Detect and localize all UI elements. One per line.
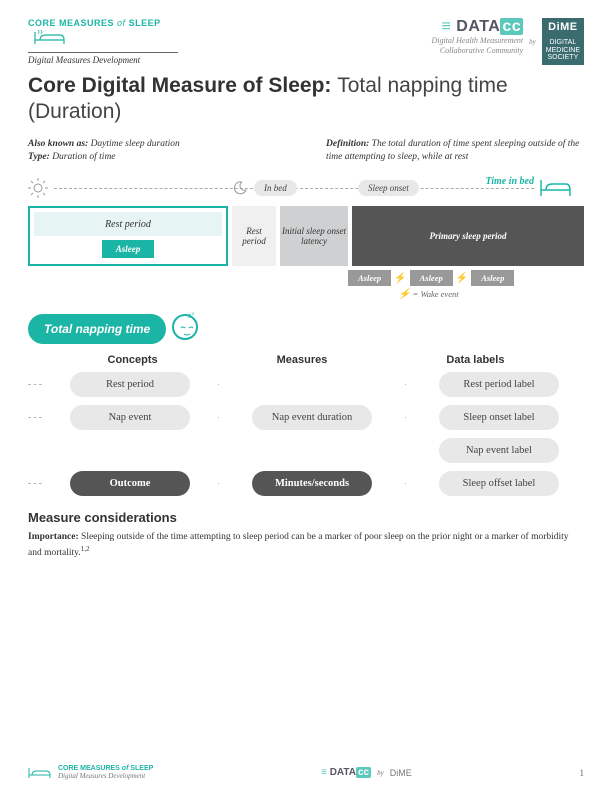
page-title: Core Digital Measure of Sleep: Total nap… — [28, 73, 584, 126]
header-right: ≡ DATAcc Digital Health Measurement Coll… — [431, 18, 584, 65]
bed-icon — [28, 767, 52, 779]
in-bed-label: In bed — [254, 180, 297, 196]
asleep-strip: Asleep⚡ Asleep⚡ Asleep — [348, 270, 584, 286]
svg-text:z: z — [192, 312, 195, 317]
bolt-icon: ⚡ — [456, 273, 468, 284]
bolt-icon: ⚡ — [394, 273, 406, 284]
header: CORE MEASURES of SLEEP Digital Measures … — [28, 18, 584, 65]
timeline: In bed Sleep onset Time in bed — [28, 176, 584, 200]
sun-icon — [28, 178, 48, 198]
meta-row: Also known as: Daytime sleep duration Ty… — [28, 138, 584, 165]
nap-box: Rest period Asleep — [28, 206, 228, 266]
sleep-diagram: Rest period Asleep Rest period Initial s… — [28, 206, 584, 266]
importance-para: Importance: Sleeping outside of the time… — [28, 531, 584, 560]
core-measures-title: CORE MEASURES of SLEEP — [28, 18, 208, 28]
cmd-grid: Rest period Rest period label Nap event … — [28, 372, 584, 496]
header-left: CORE MEASURES of SLEEP Digital Measures … — [28, 18, 208, 65]
time-in-bed-label: Time in bed — [485, 176, 534, 187]
datacc-logo: ≡ DATAcc — [431, 18, 523, 36]
bed-icon — [34, 30, 68, 46]
footer: CORE MEASURES of SLEEP Digital Measures … — [28, 765, 584, 780]
dmd-subtitle: Digital Measures Development — [28, 52, 178, 65]
considerations-heading: Measure considerations — [28, 510, 584, 525]
total-napping-pill: Total napping time — [28, 314, 166, 344]
cmd-header: ConceptsMeasuresData labels — [28, 354, 584, 366]
bed-icon — [540, 178, 574, 198]
sleep-onset-label: Sleep onset — [358, 180, 419, 196]
moon-icon — [232, 180, 248, 196]
sleep-face-icon: Zz — [172, 314, 198, 340]
dime-logo: DiME DIGITALMEDICINESOCIETY — [542, 18, 584, 65]
wake-event-key: ⚡ = Wake event — [398, 289, 584, 300]
page-number: 1 — [580, 768, 585, 778]
